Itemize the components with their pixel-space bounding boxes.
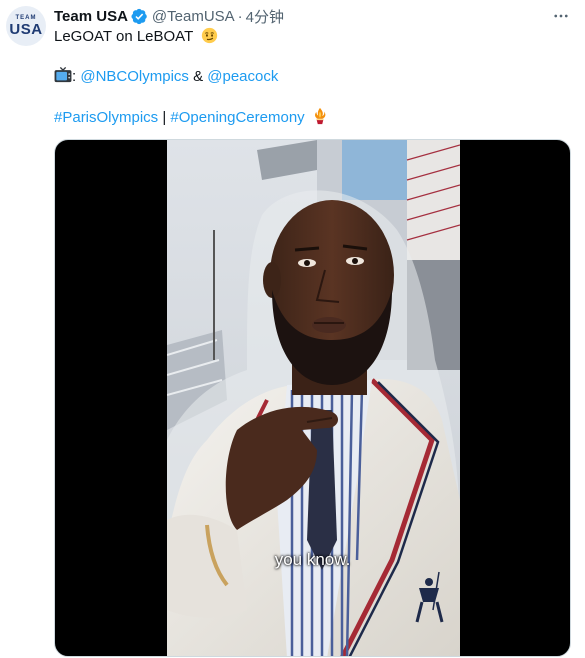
tweet-header: Team USA @TeamUSA · 4分钟 bbox=[54, 6, 284, 26]
tweet-text-line: LeGOAT on LeBOAT bbox=[54, 27, 218, 47]
time-separator: · bbox=[237, 7, 243, 25]
olympic-flame-icon bbox=[314, 107, 326, 125]
video-caption: you know. bbox=[274, 550, 351, 569]
hashtag-openingceremony[interactable]: #OpeningCeremony bbox=[170, 109, 304, 126]
more-options-icon[interactable] bbox=[551, 6, 571, 26]
mention-prefix: : bbox=[72, 68, 77, 85]
video-player[interactable]: you know. bbox=[54, 139, 571, 657]
hashtag-separator: | bbox=[158, 109, 171, 126]
avatar-text-big: USA bbox=[9, 21, 43, 38]
hashtags-line: #ParisOlympics | #OpeningCeremony bbox=[54, 107, 329, 128]
smirking-face-emoji bbox=[201, 27, 218, 44]
video-frame bbox=[167, 140, 460, 656]
tweet-text: LeGOAT on LeBOAT bbox=[54, 28, 193, 45]
account-handle[interactable]: @TeamUSA bbox=[152, 8, 235, 25]
mention-nbcolympics[interactable]: @NBCOlympics bbox=[80, 68, 189, 85]
verified-badge-icon bbox=[131, 8, 147, 24]
mention-joiner: & bbox=[188, 68, 208, 85]
television-icon bbox=[54, 67, 72, 83]
hashtag-parisolympics[interactable]: #ParisOlympics bbox=[54, 109, 158, 126]
tweet-card[interactable]: TEAM USA Team USA @TeamUSA · 4分钟 LeGOAT … bbox=[0, 0, 585, 658]
account-name[interactable]: Team USA bbox=[54, 8, 128, 25]
mention-peacock[interactable]: @peacock bbox=[207, 68, 278, 85]
avatar[interactable]: TEAM USA bbox=[6, 6, 46, 46]
mentions-line: : @NBCOlympics & @peacock bbox=[54, 67, 278, 87]
timestamp[interactable]: 4分钟 bbox=[246, 6, 284, 27]
